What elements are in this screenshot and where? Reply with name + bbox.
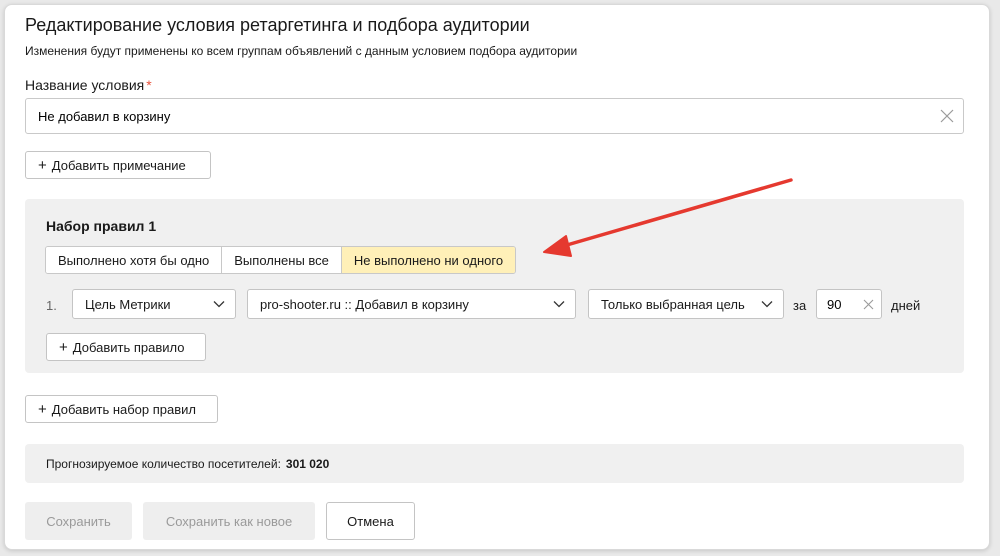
chevron-down-icon — [213, 301, 225, 308]
goal-type-value: Цель Метрики — [85, 296, 171, 312]
rule-number: 1. — [46, 298, 57, 313]
option-none[interactable]: Не выполнено ни одного — [341, 247, 516, 273]
chevron-down-icon — [553, 301, 565, 308]
condition-name-field — [25, 98, 964, 134]
save-as-new-button[interactable]: Сохранить как новое — [143, 502, 315, 540]
add-rule-button[interactable]: + Добавить правило — [46, 333, 206, 361]
plus-icon: + — [59, 338, 68, 356]
clear-icon[interactable] — [863, 299, 874, 310]
condition-name-label: Название условия * — [25, 77, 152, 93]
dialog-title: Редактирование условия ретаргетинга и по… — [25, 15, 530, 35]
plus-icon: + — [38, 156, 47, 174]
condition-name-input[interactable] — [26, 99, 926, 133]
add-note-label: Добавить примечание — [51, 157, 186, 173]
goal-mode-value: Только выбранная цель — [601, 296, 745, 312]
forecast-value: 301 020 — [285, 456, 330, 471]
goal-mode-select[interactable]: Только выбранная цель — [588, 289, 784, 319]
days-input[interactable] — [817, 290, 857, 318]
dialog-subtitle: Изменения будут применены ко всем группа… — [25, 44, 578, 58]
chevron-down-icon — [761, 301, 773, 308]
forecast-label: Прогнозируемое количество посетителей: — [46, 456, 281, 471]
save-button[interactable]: Сохранить — [25, 502, 132, 540]
period-prefix: за — [793, 298, 807, 313]
condition-name-label-text: Название условия — [25, 77, 145, 93]
goal-type-select[interactable]: Цель Метрики — [72, 289, 236, 319]
add-note-button[interactable]: + Добавить примечание — [25, 151, 211, 179]
cancel-button[interactable]: Отмена — [326, 502, 415, 540]
required-mark: * — [146, 77, 152, 93]
visitor-forecast: Прогнозируемое количество посетителей: 3… — [25, 444, 964, 483]
period-suffix: дней — [891, 298, 921, 313]
goal-value: pro-shooter.ru :: Добавил в корзину — [260, 296, 469, 312]
ruleset-panel: Набор правил 1 Выполнено хотя бы одно Вы… — [25, 199, 964, 373]
add-ruleset-button[interactable]: + Добавить набор правил — [25, 395, 218, 423]
retargeting-edit-dialog: Редактирование условия ретаргетинга и по… — [4, 4, 990, 550]
option-all[interactable]: Выполнены все — [222, 247, 342, 273]
plus-icon: + — [38, 400, 47, 418]
ruleset-match-selector: Выполнено хотя бы одно Выполнены все Не … — [45, 246, 517, 274]
option-at-least-one[interactable]: Выполнено хотя бы одно — [46, 247, 223, 273]
add-ruleset-label: Добавить набор правил — [51, 401, 197, 417]
clear-icon[interactable] — [939, 108, 955, 124]
ruleset-title: Набор правил 1 — [46, 218, 157, 234]
days-field — [816, 289, 882, 319]
add-rule-label: Добавить правило — [72, 339, 185, 355]
goal-select[interactable]: pro-shooter.ru :: Добавил в корзину — [247, 289, 576, 319]
